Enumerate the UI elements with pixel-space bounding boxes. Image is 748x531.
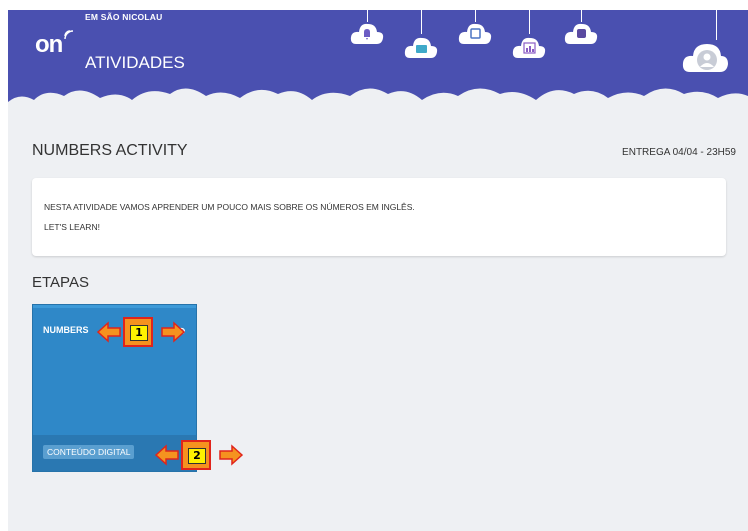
profile-cloud[interactable] — [682, 0, 728, 80]
backpack-icon — [577, 29, 586, 38]
messages-cloud[interactable] — [404, 0, 438, 62]
mail-icon — [416, 45, 427, 53]
header: EM SÃO NICOLAU on ATIVIDADES — [8, 0, 748, 120]
content-type-tag[interactable]: CONTEÚDO DIGITAL — [43, 445, 135, 459]
page: EM SÃO NICOLAU on ATIVIDADES NUMBERS ACT… — [8, 0, 748, 531]
step-card-top-bar — [33, 305, 196, 308]
description-card: NESTA ATIVIDADE VAMOS APRENDER UM POUCO … — [32, 178, 726, 256]
logo-wave-icon — [64, 30, 74, 40]
app-logo[interactable]: on — [35, 31, 63, 59]
steps-title: ETAPAS — [32, 274, 89, 291]
reports-cloud[interactable] — [512, 0, 546, 62]
description-text: NESTA ATIVIDADE VAMOS APRENDER UM POUCO … — [44, 202, 415, 212]
backpack-cloud[interactable] — [564, 0, 598, 50]
school-name: EM SÃO NICOLAU — [85, 12, 163, 22]
activity-title: NUMBERS ACTIVITY — [32, 142, 188, 159]
marker-number: 1 — [130, 325, 148, 341]
deadline-label: ENTREGA 04/04 - 23H59 — [622, 147, 736, 158]
calendar-cloud[interactable] — [458, 0, 492, 50]
left-strip — [0, 0, 8, 531]
notifications-cloud[interactable] — [350, 0, 384, 50]
avatar — [697, 50, 717, 70]
annotation-marker-2: 2 — [154, 438, 244, 472]
cloud-border — [8, 88, 748, 120]
marker-number: 2 — [188, 448, 206, 464]
step-name[interactable]: NUMBERS — [43, 325, 89, 335]
page-title: ATIVIDADES — [85, 53, 185, 72]
annotation-marker-1: 1 — [96, 315, 186, 349]
description-text: LET'S LEARN! — [44, 222, 100, 232]
